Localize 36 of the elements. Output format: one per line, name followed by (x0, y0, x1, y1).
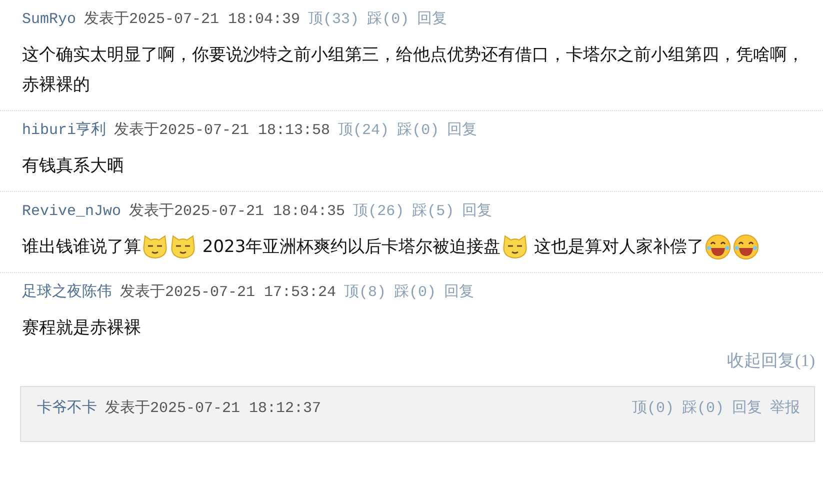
post-time: 发表于2025-07-21 18:13:58 (114, 120, 330, 141)
post-time: 发表于2025-07-21 18:04:35 (129, 202, 346, 222)
comment-text: 这个确实太明显了啊，你要说沙特之前小组第三，给他点优势还有借口，卡塔尔之前小组第四，凭啥啊，赤裸裸的 (22, 44, 805, 97)
post-time: 发表于2025-07-21 18:04:39 (84, 10, 300, 30)
smirk-emoji-icon (141, 233, 169, 262)
upvote-link[interactable]: 顶(0) (632, 397, 674, 421)
post-time: 发表于2025-07-21 18:12:37 (105, 398, 322, 419)
comment-text: 有钱真系大晒 (22, 155, 125, 178)
laughing-emoji-icon (704, 233, 732, 262)
downvote-link[interactable]: 踩(5) (412, 200, 454, 224)
reply-link[interactable]: 回复 (462, 200, 492, 224)
comment-text: 赛程就是赤裸裸 (22, 317, 142, 340)
author-link[interactable]: 卡爷不卡 (37, 397, 97, 421)
author-link[interactable]: Revive_nJwo (22, 200, 122, 224)
report-link[interactable]: 举报 (770, 397, 800, 421)
post-time: 发表于2025-07-21 17:53:24 (120, 282, 336, 303)
author-link[interactable]: 足球之夜陈伟 (22, 281, 112, 305)
author-link[interactable]: SumRyo (22, 8, 76, 32)
downvote-link[interactable]: 踩(0) (394, 281, 436, 305)
comment-text: 谁出钱谁说了算 2023年亚洲杯爽约以后卡塔尔被迫接盘 这也是算对人家补偿了 (22, 232, 815, 262)
reply-link[interactable]: 回复 (444, 281, 474, 305)
smirk-emoji-icon (500, 233, 529, 262)
smirk-emoji-icon (169, 233, 197, 262)
reply-link[interactable]: 回复 (417, 8, 448, 32)
collapse-replies-link[interactable]: 收起回复(1) (727, 349, 815, 372)
upvote-link[interactable]: 顶(24) (338, 119, 390, 143)
upvote-link[interactable]: 顶(26) (353, 200, 404, 224)
laughing-emoji-icon (732, 233, 760, 262)
downvote-link[interactable]: 踩(0) (682, 397, 724, 421)
author-link[interactable]: hiburi亨利 (22, 119, 106, 143)
reply-link[interactable]: 回复 (732, 397, 762, 421)
downvote-link[interactable]: 踩(0) (367, 8, 410, 32)
upvote-link[interactable]: 顶(33) (308, 8, 360, 32)
upvote-link[interactable]: 顶(8) (344, 281, 386, 305)
reply-link[interactable]: 回复 (447, 119, 478, 143)
downvote-link[interactable]: 踩(0) (397, 119, 440, 143)
